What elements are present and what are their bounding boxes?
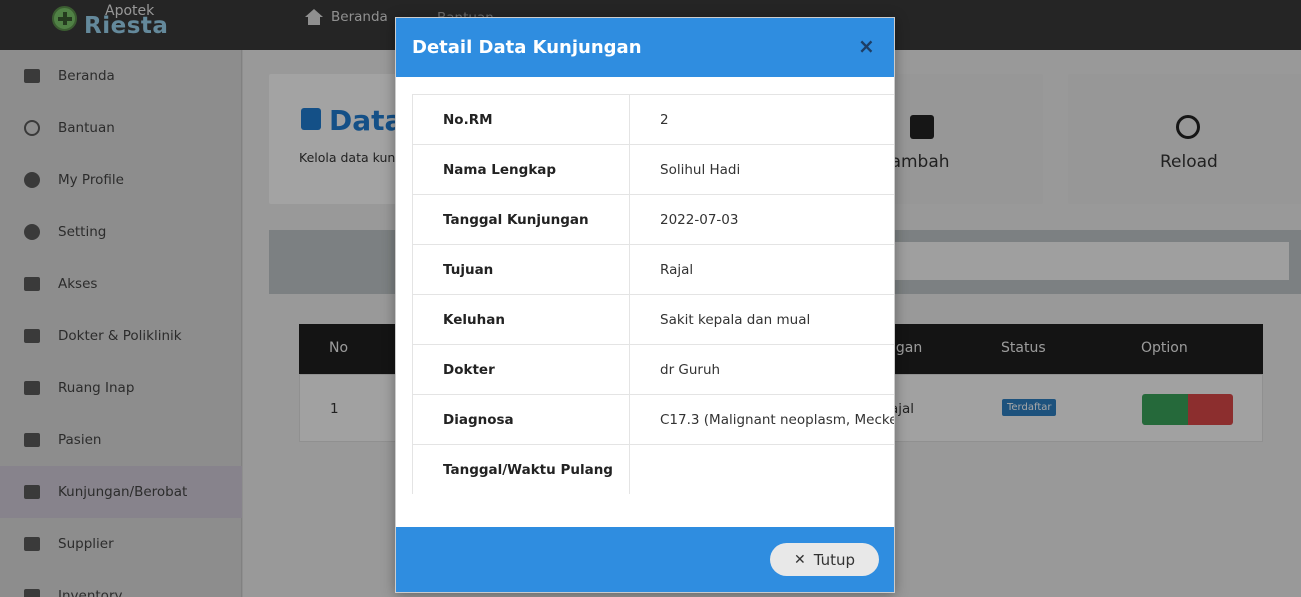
detail-row: Tanggal Kunjungan 2022-07-03 — [412, 194, 894, 245]
detail-row: Dokter dr Guruh — [412, 344, 894, 395]
detail-row: Diagnosa C17.3 (Malignant neoplasm, Meck… — [412, 394, 894, 445]
detail-row: No.RM 2 — [412, 94, 894, 145]
detail-value — [629, 444, 894, 494]
detail-key: Keluhan — [412, 294, 630, 345]
detail-row: Nama Lengkap Solihul Hadi — [412, 144, 894, 195]
tutup-button[interactable]: ✕ Tutup — [770, 543, 879, 576]
detail-key: Diagnosa — [412, 394, 630, 445]
tutup-label: Tutup — [813, 550, 856, 569]
detail-key: Tanggal/Waktu Pulang — [412, 444, 630, 494]
detail-row: Tujuan Rajal — [412, 244, 894, 295]
detail-value: 2 — [629, 94, 894, 145]
detail-row: Keluhan Sakit kepala dan mual — [412, 294, 894, 345]
detail-key: Tujuan — [412, 244, 630, 295]
detail-value: Sakit kepala dan mual — [629, 294, 894, 345]
detail-table-container[interactable]: No.RM 2 Nama Lengkap Solihul Hadi Tangga… — [412, 94, 894, 494]
detail-value: C17.3 (Malignant neoplasm, Meckel's — [629, 394, 894, 445]
detail-row: Tanggal/Waktu Pulang — [412, 444, 894, 494]
detail-key: Nama Lengkap — [412, 144, 630, 195]
detail-key: Dokter — [412, 344, 630, 395]
modal-body: No.RM 2 Nama Lengkap Solihul Hadi Tangga… — [396, 77, 894, 570]
detail-value: Solihul Hadi — [629, 144, 894, 195]
detail-value: dr Guruh — [629, 344, 894, 395]
detail-key: No.RM — [412, 94, 630, 145]
modal-title: Detail Data Kunjungan — [412, 37, 642, 58]
detail-table: No.RM 2 Nama Lengkap Solihul Hadi Tangga… — [412, 94, 894, 494]
detail-value: Rajal — [629, 244, 894, 295]
detail-modal: Detail Data Kunjungan × No.RM 2 Nama Len… — [395, 17, 895, 593]
close-icon[interactable]: × — [858, 36, 875, 56]
modal-footer: ✕ Tutup — [396, 527, 894, 592]
close-icon: ✕ — [793, 551, 806, 568]
detail-value: 2022-07-03 — [629, 194, 894, 245]
modal-header: Detail Data Kunjungan × — [396, 18, 894, 77]
detail-key: Tanggal Kunjungan — [412, 194, 630, 245]
